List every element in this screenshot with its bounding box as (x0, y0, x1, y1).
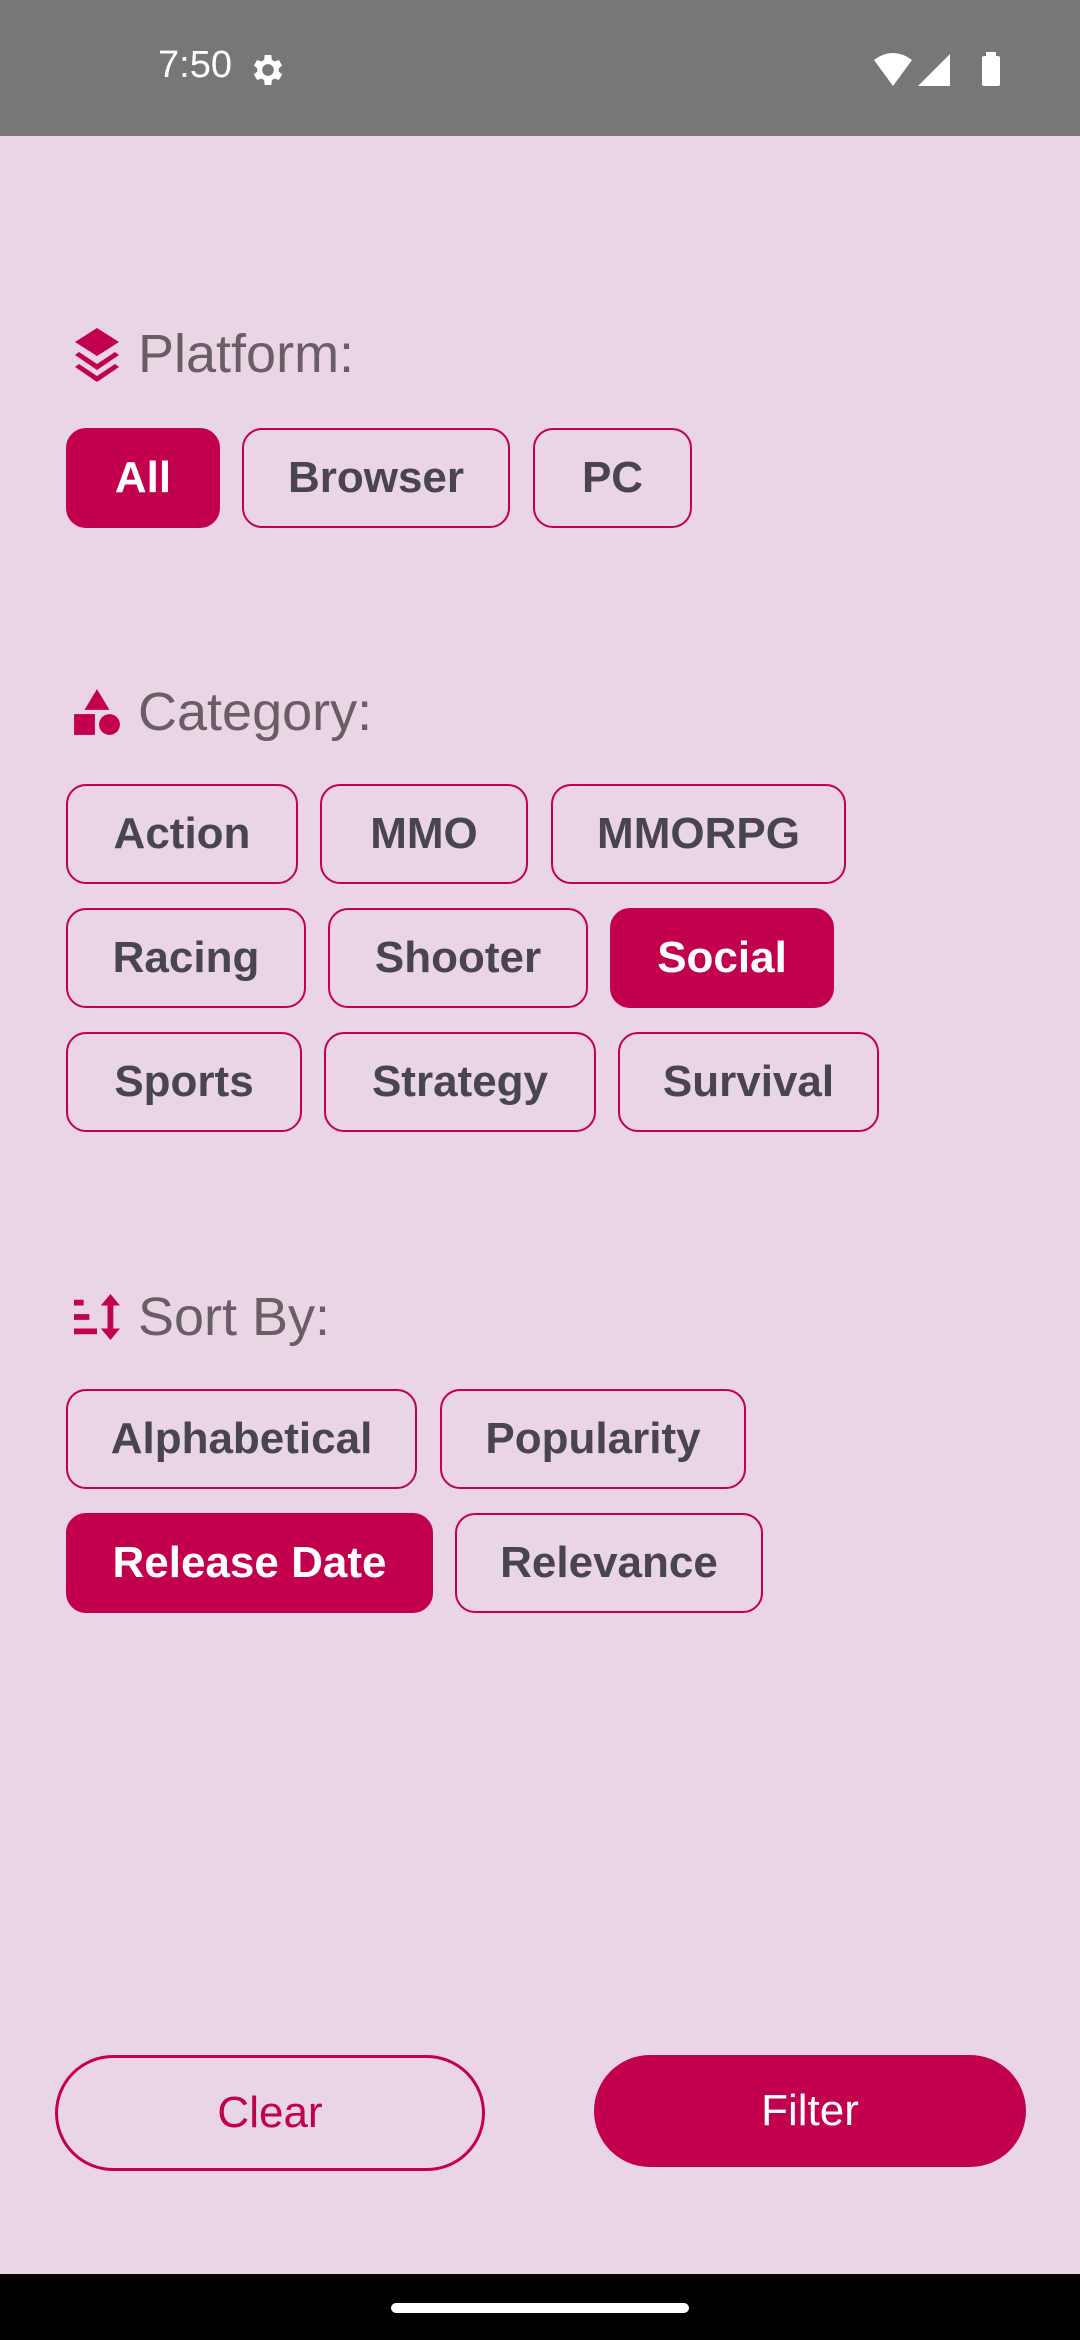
sort-title: Sort By: (138, 1287, 331, 1347)
chip-platform-pc[interactable]: PC (533, 428, 692, 528)
home-indicator[interactable] (391, 2303, 689, 2313)
layers-icon (72, 326, 122, 382)
category-header: Category: (72, 676, 372, 748)
status-bar: 7:50 (0, 0, 1080, 136)
signal-icon (918, 54, 950, 86)
platform-title: Platform: (138, 324, 355, 384)
chip-sort-relevance[interactable]: Relevance (455, 1513, 763, 1613)
chip-sort-alphabetical[interactable]: Alphabetical (66, 1389, 417, 1489)
chip-platform-browser[interactable]: Browser (242, 428, 510, 528)
settings-gear-icon (253, 55, 283, 85)
status-icons (874, 52, 1000, 86)
status-time: 7:50 (158, 44, 232, 86)
chip-category-strategy[interactable]: Strategy (324, 1032, 596, 1132)
chip-category-mmo[interactable]: MMO (320, 784, 528, 884)
filter-button[interactable]: Filter (594, 2055, 1026, 2167)
clear-button[interactable]: Clear (55, 2055, 485, 2171)
platform-header: Platform: (72, 318, 354, 390)
sort-icon (72, 1289, 122, 1345)
chip-sort-popularity[interactable]: Popularity (440, 1389, 746, 1489)
chip-category-social[interactable]: Social (610, 908, 834, 1008)
chip-category-sports[interactable]: Sports (66, 1032, 302, 1132)
battery-icon (982, 56, 1000, 86)
wifi-icon (874, 53, 912, 86)
chip-category-action[interactable]: Action (66, 784, 298, 884)
sort-header: Sort By: (72, 1281, 330, 1353)
category-shapes-icon (72, 684, 122, 740)
chip-category-racing[interactable]: Racing (66, 908, 306, 1008)
chip-sort-release-date[interactable]: Release Date (66, 1513, 433, 1613)
chip-category-shooter[interactable]: Shooter (328, 908, 588, 1008)
category-title: Category: (138, 682, 373, 742)
chip-category-mmorpg[interactable]: MMORPG (551, 784, 846, 884)
chip-category-survival[interactable]: Survival (618, 1032, 879, 1132)
chip-platform-all[interactable]: All (66, 428, 220, 528)
